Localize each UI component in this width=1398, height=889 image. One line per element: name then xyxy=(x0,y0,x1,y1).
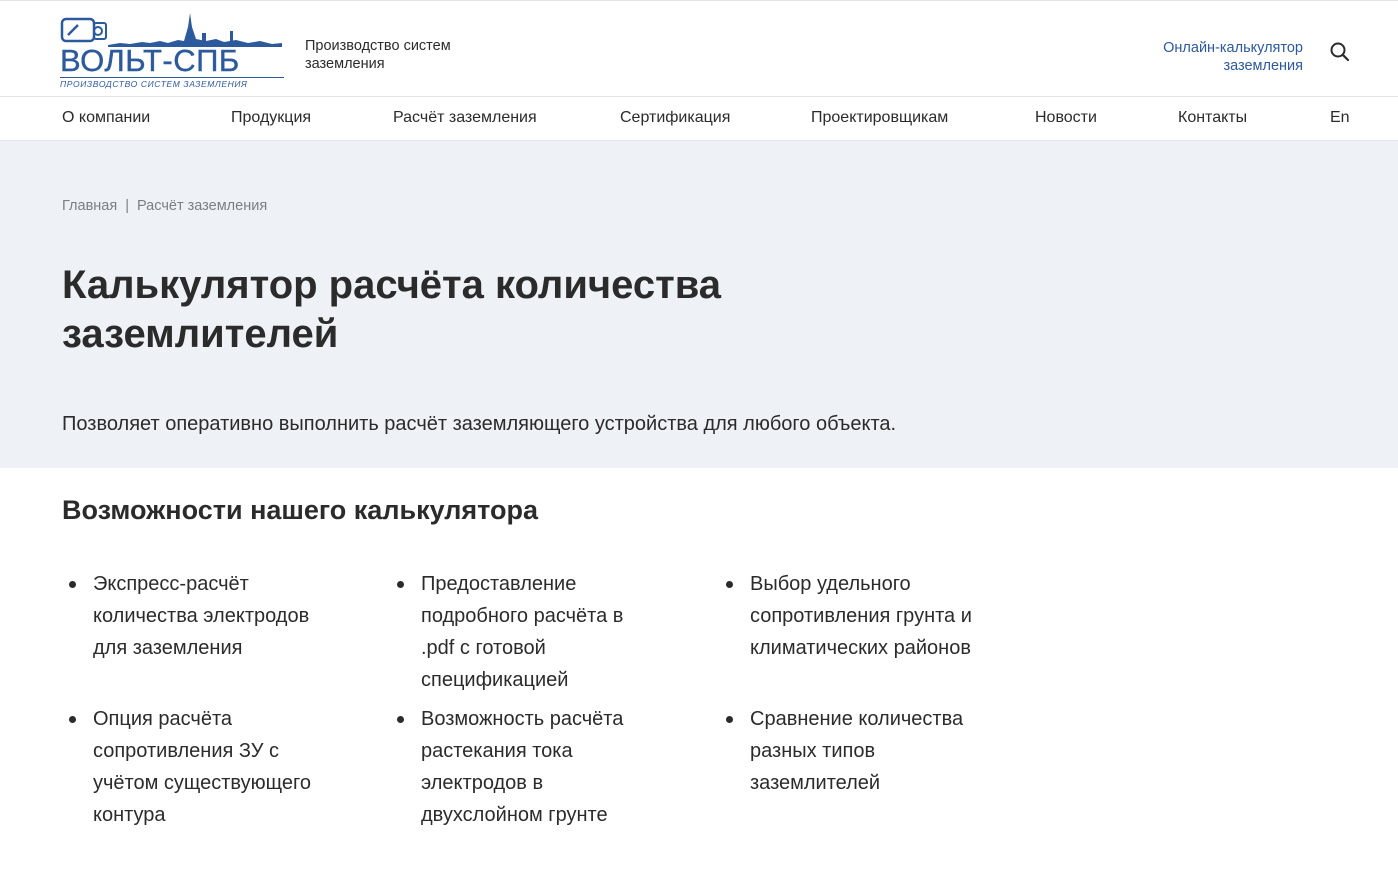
hero-section: Главная | Расчёт заземления Калькулятор ра… xyxy=(0,141,1398,468)
feature-text: Выбор удельного сопротивления грунта и к… xyxy=(750,573,972,659)
breadcrumb-home[interactable]: Главная xyxy=(62,198,117,214)
logo[interactable]: ВОЛЬТ-СПБ ПРОИЗВОДСТВО СИСТЕМ ЗАЗЕМЛЕНИЯ xyxy=(60,13,284,89)
feature-text: Сравнение количества разных типов заземл… xyxy=(750,708,964,794)
feature-text: Опция расчёта сопротивления ЗУ с учётом … xyxy=(93,708,311,826)
nav-item-about[interactable]: О компании xyxy=(62,109,150,127)
search-icon xyxy=(1330,42,1350,62)
breadcrumb-current: Расчёт заземления xyxy=(136,198,268,214)
breadcrumb-separator: | xyxy=(125,198,129,214)
logo-subtitle: ПРОИЗВОДСТВО СИСТЕМ ЗАЗЕМЛЕНИЯ xyxy=(60,77,284,89)
feature-text: Экспресс-расчёт количества электродов дл… xyxy=(93,573,310,659)
feature-item: Опция расчёта сопротивления ЗУ с учётом … xyxy=(62,703,322,831)
features-title: Возможности нашего калькулятора xyxy=(62,495,539,525)
feature-text: Предоставление подробного расчёта в .pdf… xyxy=(421,573,624,691)
page-title: Калькулятор расчёта количества заземлите… xyxy=(62,263,722,356)
bullet-icon xyxy=(69,716,76,723)
features-section: Возможности нашего калькулятора Экспресс… xyxy=(0,468,1398,888)
breadcrumb: Главная | Расчёт заземления xyxy=(62,198,267,214)
bullet-icon xyxy=(726,716,733,723)
feature-item: Сравнение количества разных типов заземл… xyxy=(719,703,979,799)
feature-item: Возможность расчёта растекания тока элек… xyxy=(390,703,650,831)
feature-item: Выбор удельного сопротивления грунта и к… xyxy=(719,568,979,664)
search-button[interactable] xyxy=(1328,41,1352,65)
nav-item-news[interactable]: Новости xyxy=(1035,109,1097,127)
nav-item-certification[interactable]: Сертификация xyxy=(620,109,730,127)
nav-item-designers[interactable]: Проектировщикам xyxy=(811,109,948,127)
feature-text: Возможность расчёта растекания тока элек… xyxy=(421,708,624,826)
feature-item: Экспресс-расчёт количества электродов дл… xyxy=(62,568,322,664)
main-nav: О компании Продукция Расчёт заземления С… xyxy=(0,97,1398,141)
nav-item-products[interactable]: Продукция xyxy=(231,109,311,127)
site-header: ВОЛЬТ-СПБ ПРОИЗВОДСТВО СИСТЕМ ЗАЗЕМЛЕНИЯ… xyxy=(0,0,1398,97)
nav-item-grounding-calc[interactable]: Расчёт заземления xyxy=(393,109,537,127)
bullet-icon xyxy=(726,581,733,588)
company-tagline: Производство систем заземления xyxy=(305,38,451,72)
online-calculator-link[interactable]: Онлайн-калькулятор заземления xyxy=(1123,39,1303,75)
nav-item-contacts[interactable]: Контакты xyxy=(1178,109,1247,127)
bullet-icon xyxy=(397,716,404,723)
bullet-icon xyxy=(397,581,404,588)
feature-item: Предоставление подробного расчёта в .pdf… xyxy=(390,568,650,696)
page-lead: Позволяет оперативно выполнить расчёт за… xyxy=(62,413,897,435)
nav-item-language-en[interactable]: En xyxy=(1330,109,1350,127)
bullet-icon xyxy=(69,581,76,588)
logo-text: ВОЛЬТ-СПБ xyxy=(60,43,240,78)
